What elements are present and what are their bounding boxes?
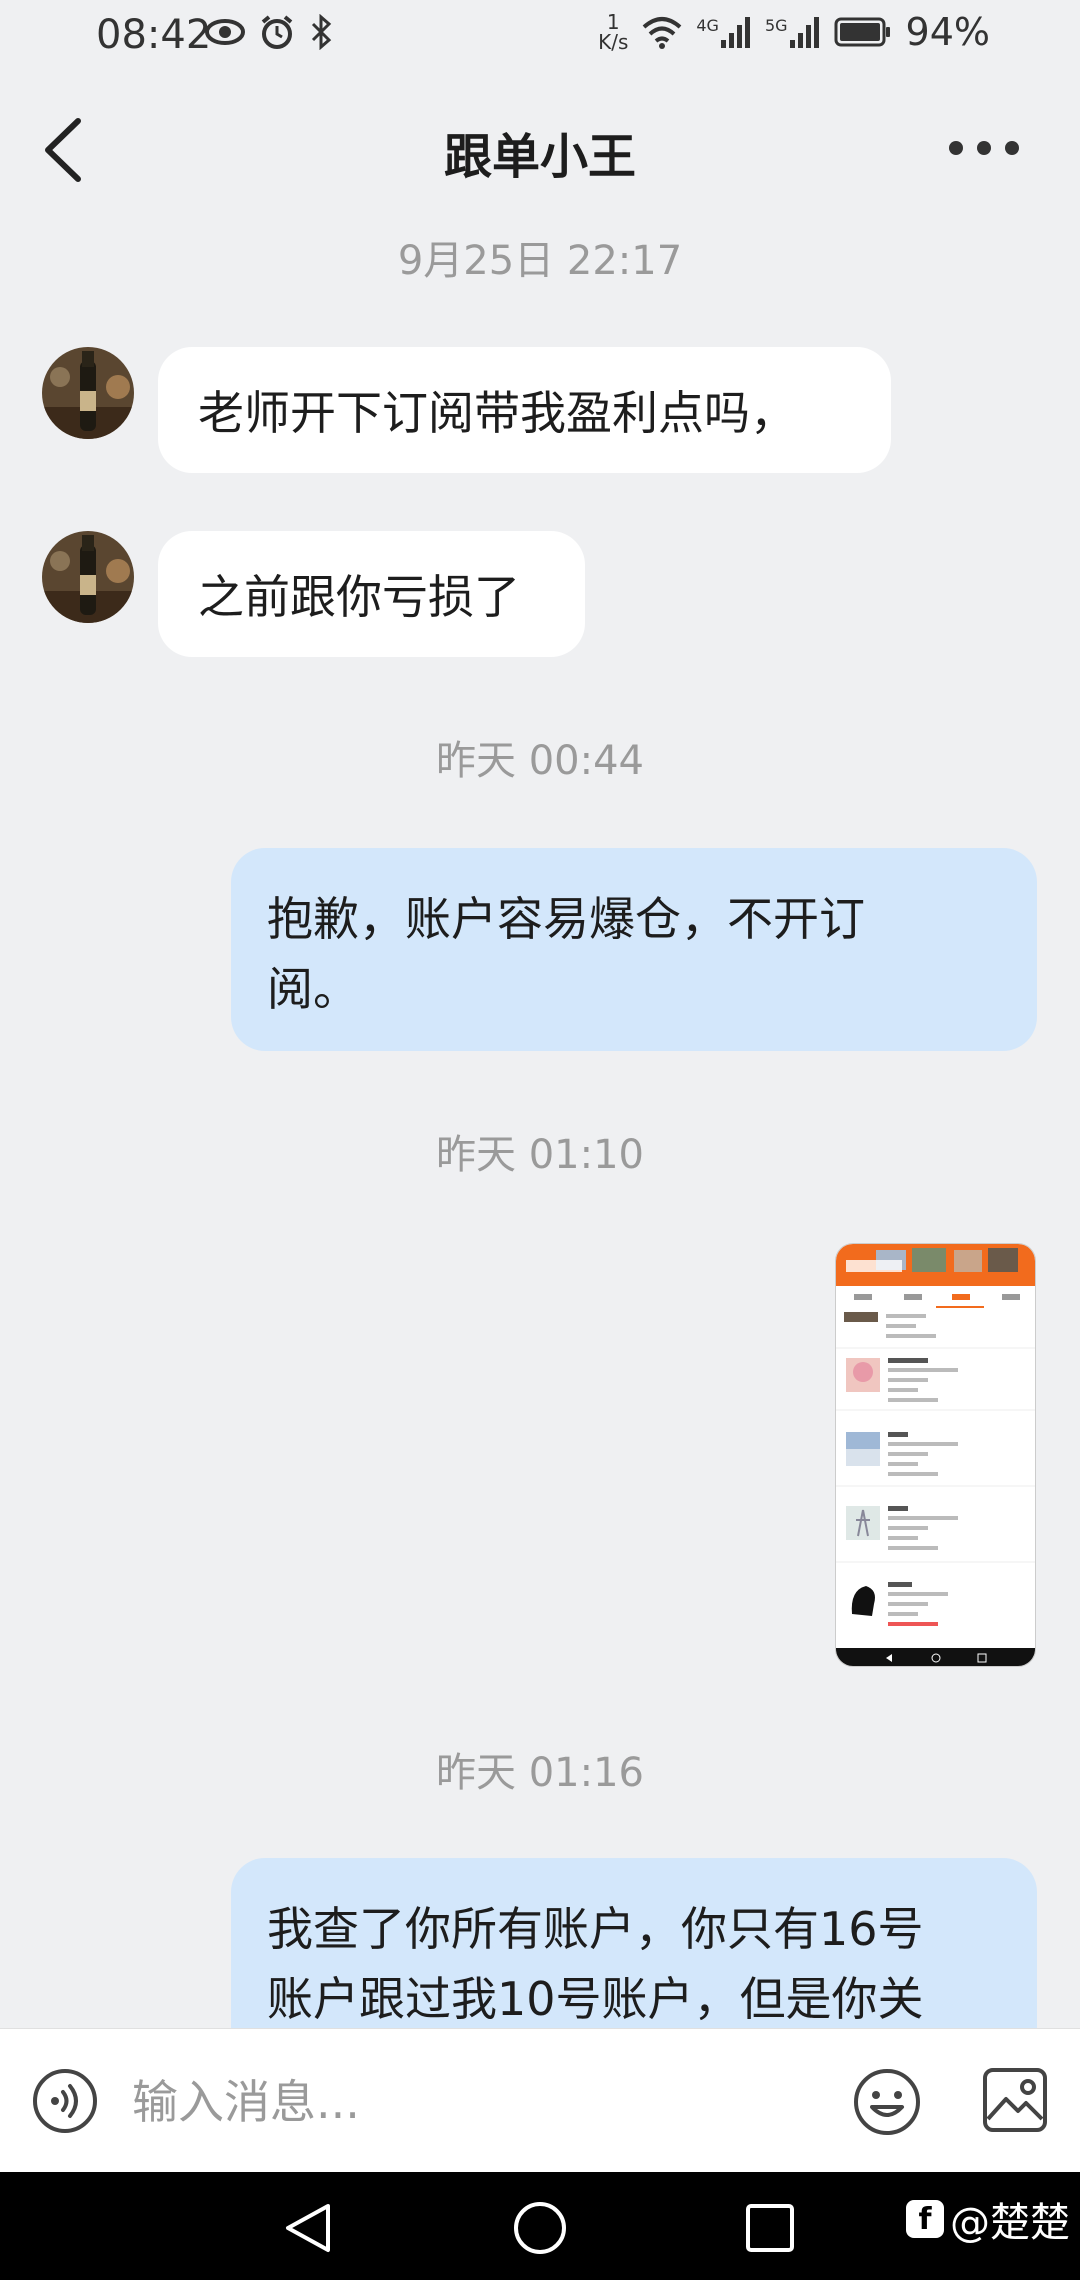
message-text-line: 账户跟过我10号账户，但是你关 [267, 1972, 924, 2026]
outgoing-message-bubble[interactable]: 抱歉，账户容易爆仓，不开订 阅。 [231, 848, 1037, 1051]
message-input-bar [0, 2028, 1080, 2173]
net-speed: 1 K/s [598, 10, 629, 54]
message-timestamp: 昨天 00:44 [436, 738, 644, 784]
message-input[interactable] [130, 2065, 834, 2139]
watermark: f @楚楚 [906, 2190, 1070, 2248]
screenshot-thumbnail[interactable] [835, 1243, 1036, 1667]
message-text-line: 抱歉，账户容易爆仓，不开订 [267, 892, 865, 946]
status-bar: 08:42 1 K/s 4G 5G 94% [0, 0, 1080, 75]
message-timestamp: 昨天 01:16 [436, 1750, 644, 1796]
message-text-line: 阅。 [267, 962, 359, 1016]
incoming-message-bubble[interactable]: 之前跟你亏损了 [158, 531, 585, 657]
status-left-icons [205, 14, 333, 50]
nav-back-icon[interactable] [280, 2200, 336, 2256]
chat-title: 跟单小王 [443, 129, 636, 185]
incoming-message-bubble[interactable]: 老师开下订阅带我盈利点吗， [158, 347, 891, 473]
image-picker-icon[interactable] [982, 2067, 1048, 2133]
signal-4g-icon: 4G [696, 16, 751, 48]
signal-5g-icon: 5G [765, 16, 820, 48]
nav-recents-icon[interactable] [742, 2200, 798, 2256]
message-text: 之前跟你亏损了 [198, 570, 520, 624]
voice-input-icon[interactable] [32, 2068, 98, 2134]
status-time: 08:42 [96, 12, 212, 58]
battery-icon [834, 17, 890, 47]
message-text: 老师开下订阅带我盈利点吗， [198, 386, 796, 440]
contact-avatar[interactable] [42, 347, 134, 439]
eye-icon [205, 19, 245, 45]
emoji-icon[interactable] [852, 2067, 922, 2137]
watermark-text: @楚楚 [950, 2200, 1070, 2246]
contact-avatar[interactable] [42, 531, 134, 623]
wifi-icon [643, 17, 682, 49]
message-timestamp: 昨天 01:10 [436, 1132, 644, 1178]
chat-header: 跟单小王 [0, 75, 1080, 215]
bluetooth-icon [311, 14, 332, 50]
more-options-icon[interactable] [944, 133, 1024, 163]
nav-home-icon[interactable] [512, 2200, 568, 2256]
watermark-logo-icon: f [906, 2200, 944, 2238]
alarm-icon [261, 15, 293, 49]
status-right: 1 K/s 4G 5G 94% [598, 10, 990, 54]
message-timestamp: 9月25日 22:17 [397, 238, 683, 284]
battery-percent: 94% [905, 10, 990, 54]
message-text-line: 我查了你所有账户，你只有16号 [267, 1902, 924, 1956]
